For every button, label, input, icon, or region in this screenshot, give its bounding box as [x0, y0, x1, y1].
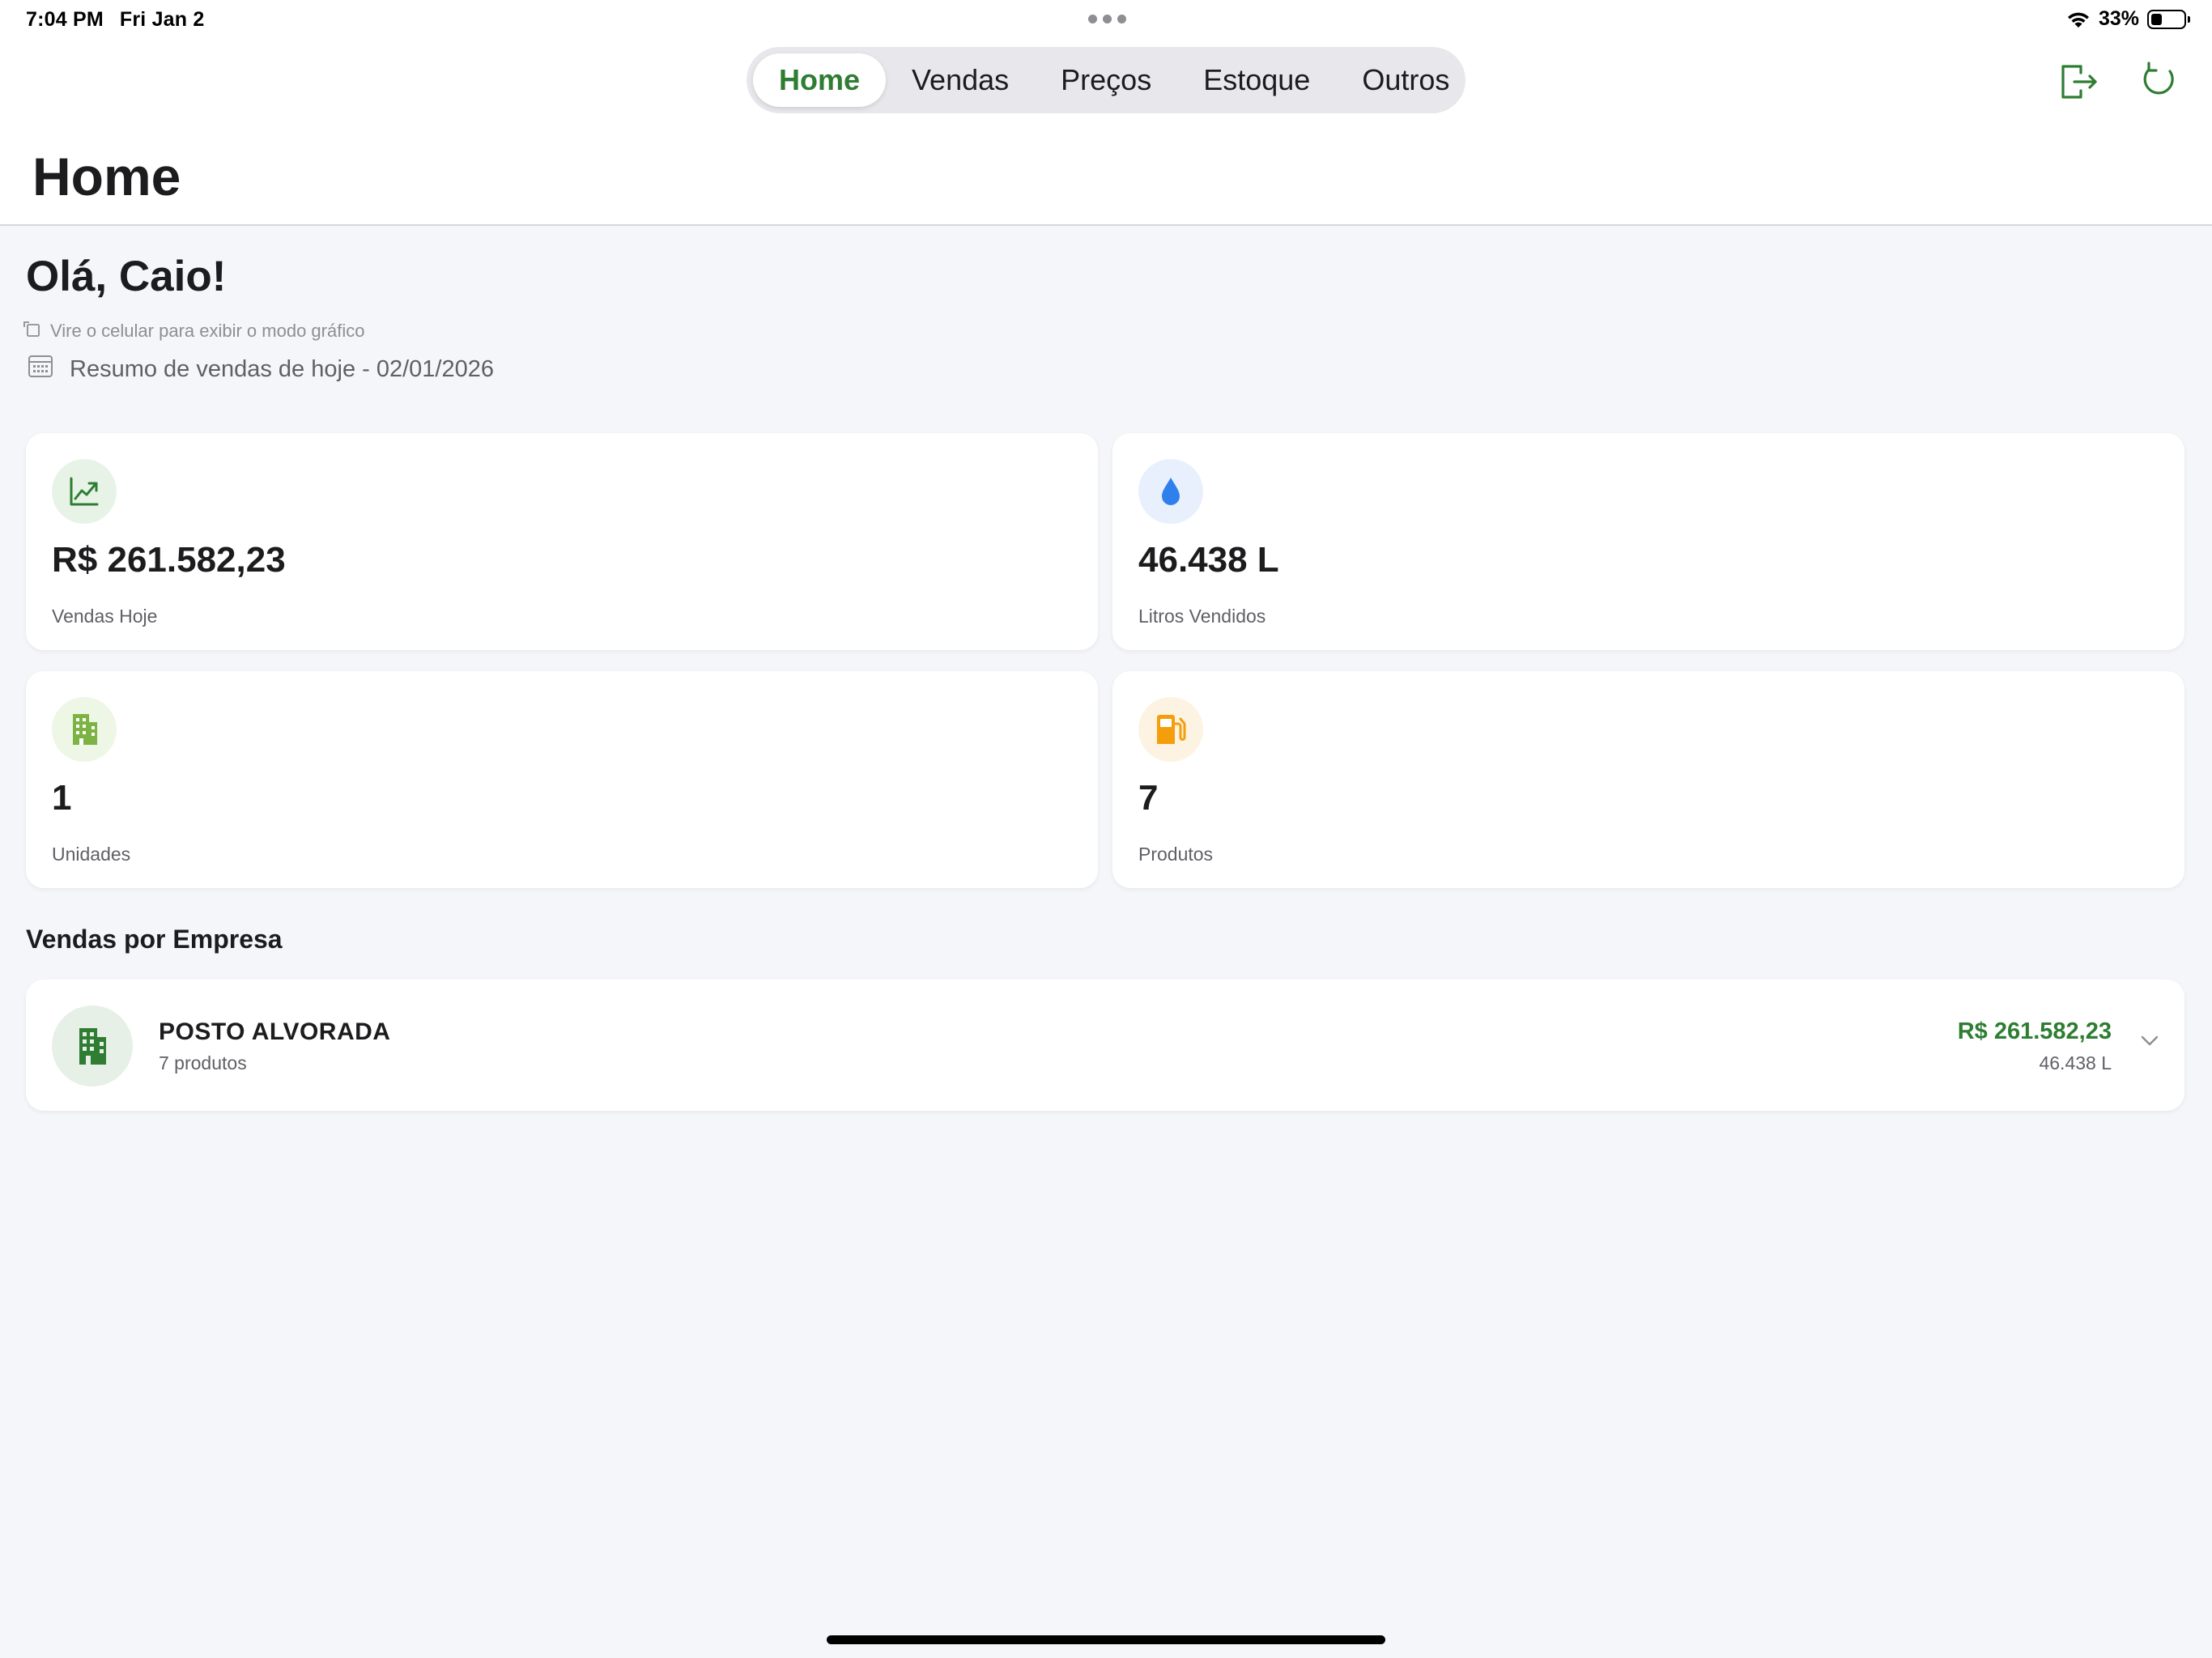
chevron-down-icon[interactable] — [2139, 1030, 2160, 1055]
stat-card-vendas-hoje: R$ 261.582,23 Vendas Hoje — [26, 433, 1098, 650]
home-indicator[interactable] — [827, 1635, 1385, 1644]
summary-text: Resumo de vendas de hoje - 02/01/2026 — [70, 355, 494, 382]
refresh-icon[interactable] — [2134, 57, 2183, 105]
status-date: Fri Jan 2 — [119, 8, 205, 31]
stat-value: 7 — [1138, 778, 1159, 818]
battery-percent: 33% — [2098, 7, 2139, 30]
stat-label: Unidades — [52, 844, 131, 865]
rotate-hint-text: Vire o celular para exibir o modo gráfic… — [50, 321, 365, 341]
tab-home[interactable]: Home — [753, 53, 887, 107]
status-clock: 7:04 PM — [26, 8, 104, 31]
battery-icon — [2147, 9, 2190, 29]
logout-icon[interactable] — [2053, 57, 2102, 105]
stat-value: R$ 261.582,23 — [52, 540, 286, 580]
tab-vendas[interactable]: Vendas — [886, 53, 1035, 107]
main-nav: Home Vendas Preços Estoque Outros — [747, 47, 1465, 113]
stat-card-produtos: 7 Produtos — [1112, 671, 2184, 888]
stat-label: Litros Vendidos — [1138, 606, 1266, 627]
tab-outros[interactable]: Outros — [1336, 53, 1475, 107]
company-name: POSTO ALVORADA — [159, 1018, 391, 1045]
page-title: Home — [32, 147, 181, 206]
tab-estoque[interactable]: Estoque — [1177, 53, 1336, 107]
stat-value: 46.438 L — [1138, 540, 1279, 580]
wifi-icon — [2066, 11, 2091, 28]
building-icon — [52, 697, 117, 762]
company-amount: R$ 261.582,23 — [1957, 1018, 2112, 1044]
status-time: 7:04 PM Fri Jan 2 — [26, 8, 205, 32]
section-title: Vendas por Empresa — [26, 925, 283, 954]
company-products: 7 produtos — [159, 1052, 247, 1073]
stat-card-litros-vendidos: 46.438 L Litros Vendidos — [1112, 433, 2184, 650]
calendar-icon — [28, 353, 53, 385]
multitasking-handle[interactable] — [1088, 15, 1126, 23]
tab-precos[interactable]: Preços — [1035, 53, 1177, 107]
header-area: 7:04 PM Fri Jan 2 33% Home Vendas Preços Est… — [0, 0, 2212, 226]
trending-up-icon — [52, 459, 117, 524]
stat-label: Produtos — [1138, 844, 1214, 865]
greeting: Olá, Caio! — [26, 253, 227, 300]
fuel-pump-icon — [1138, 697, 1203, 762]
company-liters: 46.438 L — [2039, 1052, 2112, 1073]
rotate-device-icon — [23, 319, 42, 343]
stat-value: 1 — [52, 778, 72, 818]
stat-card-unidades: 1 Unidades — [26, 671, 1098, 888]
status-right: 33% — [2066, 7, 2190, 31]
stat-label: Vendas Hoje — [52, 606, 158, 627]
rotate-hint: Vire o celular para exibir o modo gráfic… — [23, 319, 364, 343]
summary-row: Resumo de vendas de hoje - 02/01/2026 — [28, 353, 494, 385]
water-drop-icon — [1138, 459, 1203, 524]
building-icon — [52, 1005, 133, 1086]
company-row-posto-alvorada[interactable]: POSTO ALVORADA 7 produtos R$ 261.582,23 … — [26, 980, 2184, 1111]
